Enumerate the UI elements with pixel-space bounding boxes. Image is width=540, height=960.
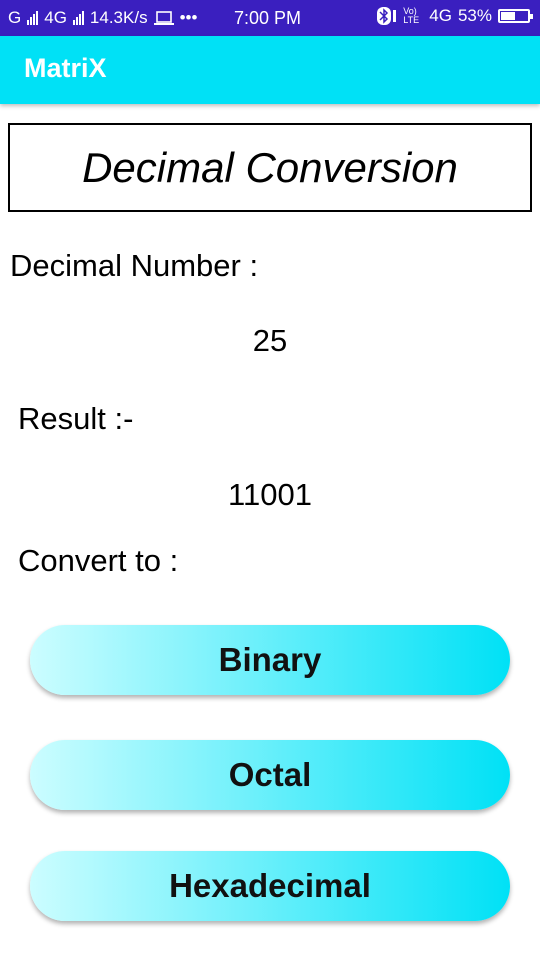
more-icon: •••: [179, 8, 198, 27]
octal-button-label: Octal: [228, 756, 312, 793]
binary-button-label: Binary: [218, 641, 322, 678]
network-label-2: 4G: [44, 8, 67, 27]
hexadecimal-button-label: Hexadecimal: [169, 867, 371, 904]
app-title: MatriX: [24, 53, 107, 83]
battery-percent: 53%: [457, 6, 492, 25]
volte-label: Vo) LTE: [403, 6, 420, 25]
status-bar: G 4G 14.3K/s ••• 7:00 PM Vo) LTE 4G 53%: [0, 0, 540, 36]
octal-button[interactable]: Octal: [30, 740, 510, 810]
signal-icon: [72, 11, 84, 25]
clock: 7:00 PM: [234, 8, 302, 28]
conversion-header: Decimal Conversion: [8, 123, 532, 212]
hexadecimal-button[interactable]: Hexadecimal: [30, 851, 510, 921]
network-label-3: 4G: [429, 6, 452, 25]
decimal-number-label: Decimal Number :: [10, 248, 259, 283]
network-label-1: G: [8, 8, 22, 27]
laptop-icon: [153, 11, 174, 25]
result-label: Result :-: [18, 401, 134, 436]
result-value: 11001: [228, 477, 312, 512]
binary-button[interactable]: Binary: [30, 625, 510, 695]
page-title: Decimal Conversion: [82, 143, 458, 191]
battery-fill: [501, 12, 515, 20]
bluetooth-icon: [377, 7, 397, 25]
convert-to-label: Convert to :: [18, 543, 179, 578]
decimal-number-value[interactable]: 25: [0, 323, 540, 359]
battery-icon: [498, 9, 533, 23]
signal-icon: [27, 11, 39, 25]
network-speed: 14.3K/s: [89, 8, 148, 27]
app-bar: MatriX: [0, 36, 540, 104]
